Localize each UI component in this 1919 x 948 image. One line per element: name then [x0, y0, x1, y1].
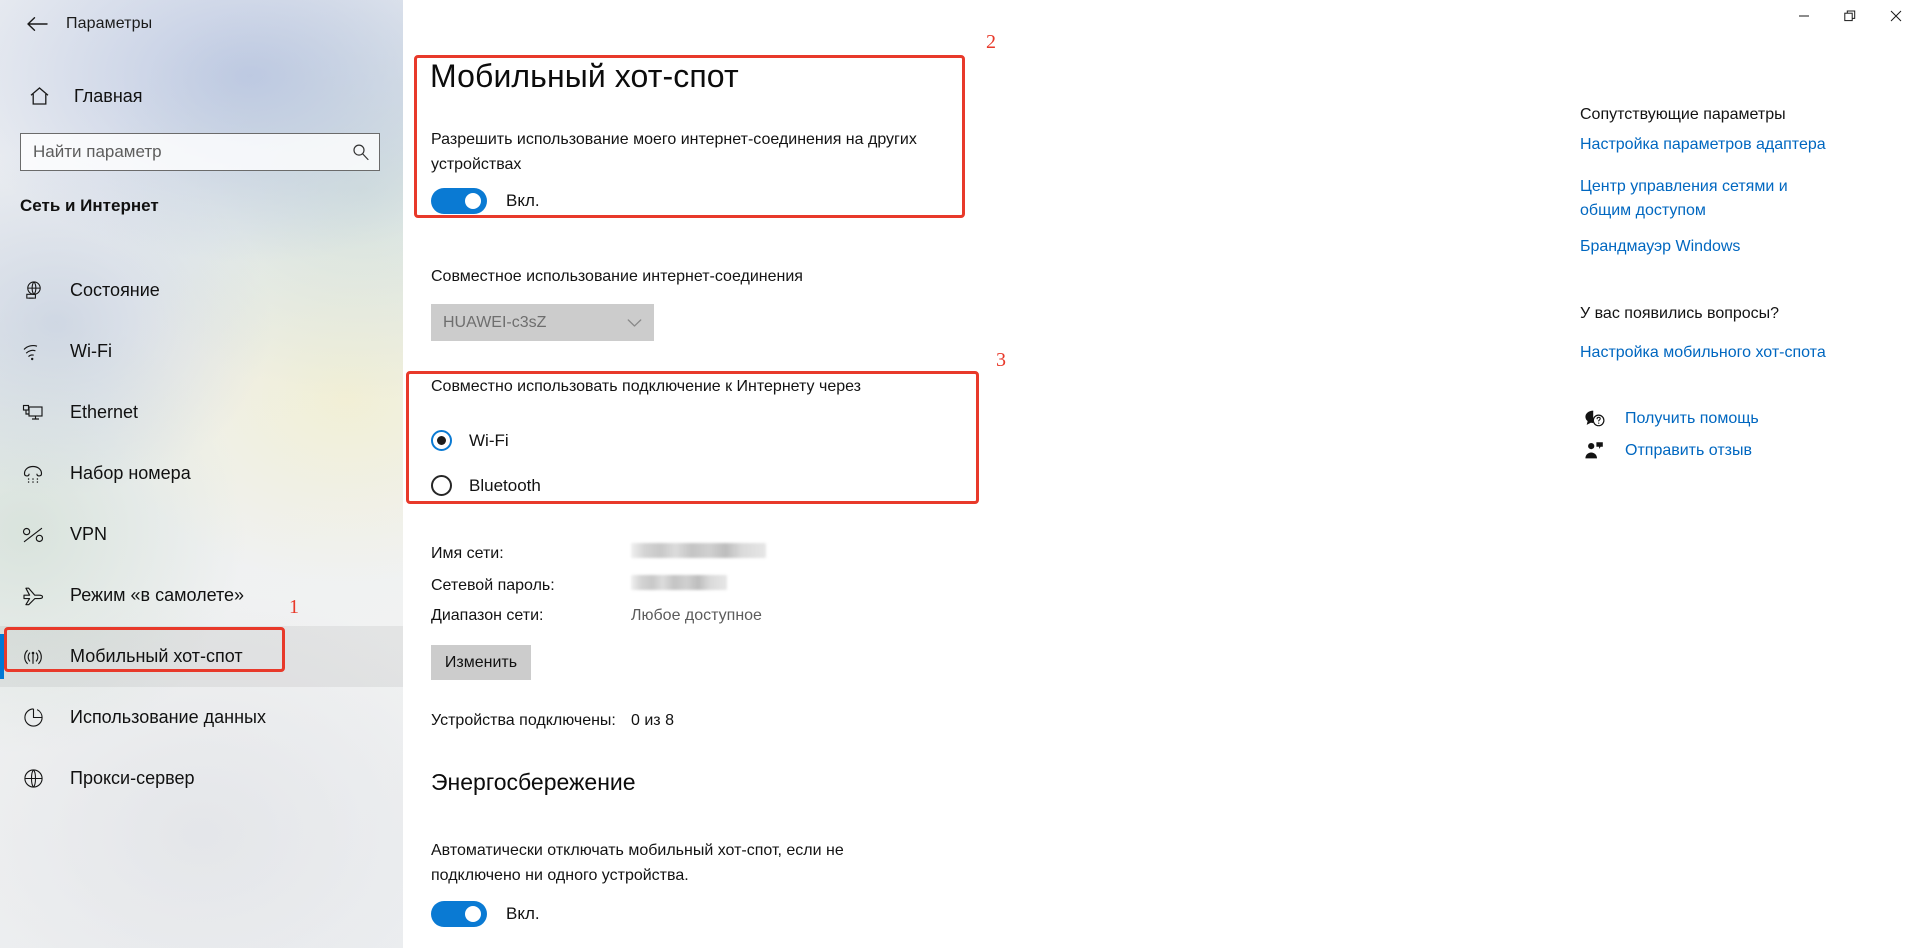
- titlebar: Параметры: [0, 0, 403, 48]
- send-feedback-label: Отправить отзыв: [1625, 441, 1752, 459]
- hotspot-icon: [16, 647, 50, 667]
- back-arrow-icon[interactable]: [14, 8, 60, 40]
- internet-share-label: Совместное использование интернет-соедин…: [431, 268, 803, 285]
- search-icon[interactable]: [352, 144, 369, 161]
- sidebar-item-label: Мобильный хот-спот: [70, 646, 243, 666]
- network-name-row: Имя сети:: [431, 543, 766, 575]
- energy-saving-toggle[interactable]: [431, 901, 487, 927]
- sidebar-nav-list: Состояние Wi-Fi Ethernet Набор номера VP…: [0, 260, 403, 809]
- settings-window: Параметры Главная С: [0, 0, 1919, 948]
- sidebar-item-data-usage[interactable]: Использование данных: [0, 687, 403, 748]
- network-band-value: Любое доступное: [631, 607, 762, 624]
- network-info-block: Имя сети: Сетевой пароль: Диапазон сети:…: [431, 543, 766, 639]
- network-password-label: Сетевой пароль:: [431, 577, 555, 594]
- internet-share-select[interactable]: HUAWEI-c3sZ: [431, 304, 654, 341]
- sidebar-item-mobile-hotspot[interactable]: Мобильный хот-спот: [0, 626, 403, 687]
- link-hotspot-setup[interactable]: Настройка мобильного хот-спота: [1580, 341, 1900, 365]
- link-network-sharing-center[interactable]: Центр управления сетями и общим доступом: [1580, 175, 1800, 223]
- share-via-radio-group: Wi-Fi Bluetooth: [431, 418, 541, 508]
- devices-connected-row: Устройства подключены: 0 из 8: [431, 712, 674, 730]
- sidebar-item-label: Набор номера: [70, 463, 191, 483]
- status-globe-icon: [16, 280, 50, 301]
- sidebar-item-vpn[interactable]: VPN: [0, 504, 403, 565]
- chevron-down-icon: [627, 318, 642, 328]
- sidebar-item-ethernet[interactable]: Ethernet: [0, 382, 403, 443]
- network-password-value-redacted: [631, 575, 727, 590]
- share-description: Разрешить использование моего интернет-с…: [431, 131, 917, 173]
- sidebar-section-heading: Сеть и Интернет: [20, 196, 159, 215]
- search-input[interactable]: [21, 134, 379, 170]
- change-button[interactable]: Изменить: [431, 645, 531, 680]
- dialup-phone-icon: [16, 464, 50, 484]
- hotspot-toggle[interactable]: [431, 188, 487, 214]
- wifi-icon: [16, 342, 50, 362]
- radio-button-wifi[interactable]: [431, 430, 452, 451]
- vpn-key-icon: [16, 526, 50, 544]
- network-name-label: Имя сети:: [431, 545, 504, 562]
- sidebar-home-label: Главная: [74, 85, 143, 106]
- send-feedback-row[interactable]: Отправить отзыв: [1580, 441, 1752, 460]
- share-via-label: Совместно использовать подключение к Инт…: [431, 378, 861, 395]
- feedback-person-icon: [1580, 441, 1608, 460]
- window-title: Параметры: [66, 15, 153, 32]
- toggle-knob: [465, 193, 481, 209]
- devices-connected-value: 0 из 8: [631, 712, 674, 729]
- home-icon: [18, 86, 60, 106]
- sidebar-item-dialup[interactable]: Набор номера: [0, 443, 403, 504]
- radio-label: Bluetooth: [469, 475, 541, 495]
- sidebar-item-label: VPN: [70, 524, 108, 544]
- search-box[interactable]: [20, 133, 380, 171]
- sidebar-item-label: Состояние: [70, 280, 160, 300]
- sidebar-item-label: Прокси-сервер: [70, 768, 195, 788]
- sidebar-item-label: Использование данных: [70, 707, 266, 727]
- sidebar-item-label: Wi-Fi: [70, 341, 112, 361]
- network-password-row: Сетевой пароль:: [431, 575, 766, 607]
- radio-option-bluetooth[interactable]: Bluetooth: [431, 463, 541, 508]
- sidebar-item-wifi[interactable]: Wi-Fi: [0, 321, 403, 382]
- devices-connected-label: Устройства подключены:: [431, 712, 616, 729]
- proxy-globe-icon: [16, 768, 50, 789]
- sidebar-item-proxy[interactable]: Прокси-сервер: [0, 748, 403, 809]
- radio-label: Wi-Fi: [469, 430, 509, 450]
- energy-toggle-state: Вкл.: [506, 904, 540, 923]
- link-windows-firewall[interactable]: Брандмауэр Windows: [1580, 235, 1880, 259]
- hotspot-toggle-row: Вкл.: [431, 188, 540, 214]
- network-band-label: Диапазон сети:: [431, 607, 544, 624]
- sidebar-item-airplane-mode[interactable]: Режим «в самолете»: [0, 565, 403, 626]
- sidebar-item-home[interactable]: Главная: [0, 74, 403, 118]
- data-usage-pie-icon: [16, 707, 50, 728]
- internet-share-select-value: HUAWEI-c3sZ: [443, 313, 547, 331]
- page-title: Мобильный хот-спот: [430, 58, 739, 94]
- sidebar-item-label: Режим «в самолете»: [70, 585, 245, 605]
- radio-button-bluetooth[interactable]: [431, 475, 452, 496]
- airplane-icon: [16, 585, 50, 606]
- radio-option-wifi[interactable]: Wi-Fi: [431, 418, 541, 463]
- main-content: Мобильный хот-спот Разрешить использован…: [403, 0, 1919, 948]
- get-help-row[interactable]: Получить помощь: [1580, 409, 1759, 428]
- restore-icon[interactable]: [1827, 0, 1873, 32]
- hotspot-toggle-state: Вкл.: [506, 191, 540, 210]
- sidebar: Параметры Главная С: [0, 0, 403, 948]
- network-name-value-redacted: [631, 543, 766, 558]
- related-settings-heading: Сопутствующие параметры: [1580, 106, 1786, 123]
- energy-toggle-row: Вкл.: [431, 901, 540, 927]
- network-band-row: Диапазон сети: Любое доступное: [431, 607, 766, 639]
- energy-saving-title: Энергосбережение: [431, 769, 636, 795]
- ethernet-icon: [16, 403, 50, 423]
- related-settings-panel: Сопутствующие параметры Настройка параме…: [1580, 0, 1919, 948]
- help-chat-icon: [1580, 409, 1608, 428]
- minimize-icon[interactable]: [1781, 0, 1827, 32]
- sidebar-item-label: Ethernet: [70, 402, 139, 422]
- toggle-knob: [465, 906, 481, 922]
- get-help-label: Получить помощь: [1625, 409, 1759, 427]
- link-adapter-settings[interactable]: Настройка параметров адаптера: [1580, 133, 1880, 157]
- sidebar-item-status[interactable]: Состояние: [0, 260, 403, 321]
- search-container: [20, 133, 380, 171]
- questions-heading: У вас появились вопросы?: [1580, 305, 1780, 322]
- window-controls: [1781, 0, 1919, 32]
- close-icon[interactable]: [1873, 0, 1919, 32]
- energy-saving-description: Автоматически отключать мобильный хот-сп…: [431, 842, 844, 884]
